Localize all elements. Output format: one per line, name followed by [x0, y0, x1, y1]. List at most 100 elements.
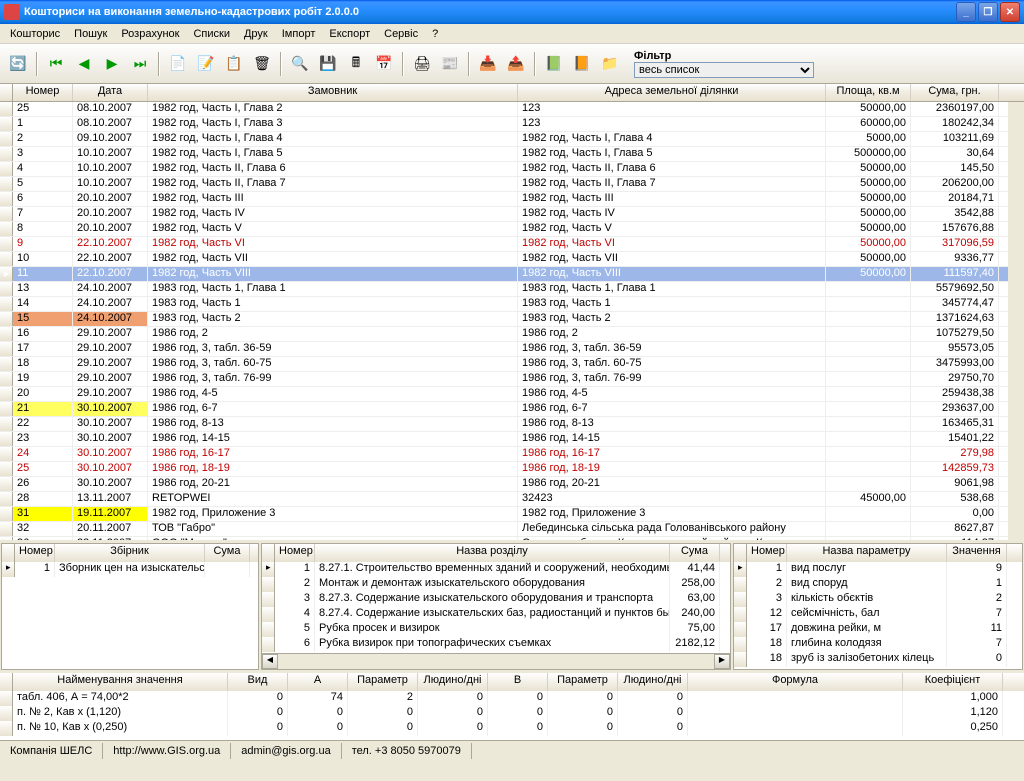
table-row[interactable]: 1022.10.20071982 год, Часть VII1982 год,…: [0, 252, 1024, 267]
book1-icon[interactable]: 📗: [542, 52, 566, 76]
panel-sections: Номер Назва розділу Сума ▸18.27.1. Строи…: [261, 543, 731, 670]
table-row[interactable]: 1729.10.20071986 год, 3, табл. 36-591986…: [0, 342, 1024, 357]
table-row[interactable]: 2330.10.20071986 год, 14-151986 год, 14-…: [0, 432, 1024, 447]
vertical-scrollbar[interactable]: [1008, 102, 1024, 540]
minimize-button[interactable]: _: [956, 2, 976, 22]
menu-Пошук[interactable]: Пошук: [68, 26, 113, 42]
export-icon[interactable]: 📤: [504, 52, 528, 76]
list-item[interactable]: 17довжина рейки, м11: [734, 622, 1022, 637]
table-row[interactable]: 2029.10.20071986 год, 4-51986 год, 4-525…: [0, 387, 1024, 402]
col-number[interactable]: Номер: [13, 84, 73, 101]
list-item[interactable]: 48.27.4. Содержание изыскательских баз, …: [262, 607, 730, 622]
import-icon[interactable]: 📥: [476, 52, 500, 76]
table-row[interactable]: ▸1122.10.20071982 год, Часть VIII1982 го…: [0, 267, 1024, 282]
list-item[interactable]: 12сейсмічність, бал7: [734, 607, 1022, 622]
menu-Імпорт[interactable]: Імпорт: [276, 26, 322, 42]
table-row[interactable]: 720.10.20071982 год, Часть IV1982 год, Ч…: [0, 207, 1024, 222]
list-item[interactable]: табл. 406, А = 74,00*2074200001,000: [0, 691, 1024, 706]
list-item[interactable]: 2вид споруд1: [734, 577, 1022, 592]
list-item[interactable]: ▸1Зборник цен на изыскательские: [2, 562, 258, 577]
table-row[interactable]: 1829.10.20071986 год, 3, табл. 60-751986…: [0, 357, 1024, 372]
calc-icon[interactable]: 🖩: [344, 52, 368, 76]
col-date[interactable]: Дата: [73, 84, 148, 101]
table-row[interactable]: 310.10.20071982 год, Часть I, Глава 5198…: [0, 147, 1024, 162]
print-icon[interactable]: 🖨: [410, 52, 434, 76]
first-icon[interactable]: ⏮: [44, 52, 68, 76]
refresh-icon[interactable]: 🔄: [6, 52, 30, 76]
save-icon[interactable]: 💾: [316, 52, 340, 76]
table-row[interactable]: 1324.10.20071983 год, Часть 1, Глава 119…: [0, 282, 1024, 297]
table-row[interactable]: 2530.10.20071986 год, 18-191986 год, 18-…: [0, 462, 1024, 477]
filter-select[interactable]: весь список: [634, 62, 814, 78]
list-item[interactable]: 38.27.3. Содержание изыскательского обор…: [262, 592, 730, 607]
app-icon: [4, 4, 20, 20]
menu-Сервіс[interactable]: Сервіс: [378, 26, 424, 42]
table-row[interactable]: 1424.10.20071983 год, Часть 11983 год, Ч…: [0, 297, 1024, 312]
col-sum[interactable]: Сума, грн.: [911, 84, 999, 101]
menu-Списки[interactable]: Списки: [187, 26, 236, 42]
calendar-icon[interactable]: 📅: [372, 52, 396, 76]
menu-bar: КошторисПошукРозрахунокСпискиДрукІмпортЕ…: [0, 24, 1024, 44]
filter-label: Фільтр: [634, 50, 814, 62]
menu-Друк[interactable]: Друк: [238, 26, 274, 42]
table-row[interactable]: 3623.11.2007ООО "Магнум"Одесская область…: [0, 537, 1024, 540]
preview-icon[interactable]: 📰: [438, 52, 462, 76]
grid-header: Номер Дата Замовник Адреса земельної діл…: [0, 84, 1024, 102]
book2-icon[interactable]: 📙: [570, 52, 594, 76]
menu-Розрахунок[interactable]: Розрахунок: [115, 26, 185, 42]
grid-body[interactable]: 2508.10.20071982 год, Часть I, Глава 212…: [0, 102, 1024, 540]
table-row[interactable]: 108.10.20071982 год, Часть I, Глава 3123…: [0, 117, 1024, 132]
next-icon[interactable]: ▶: [100, 52, 124, 76]
search-icon[interactable]: 🔍: [288, 52, 312, 76]
toolbar: 🔄 ⏮ ◀ ▶ ⏭ 📄 📝 📋 🗑 🔍 💾 🖩 📅 🖨 📰 📥 📤 📗 📙 📁 …: [0, 44, 1024, 84]
col-address[interactable]: Адреса земельної ділянки: [518, 84, 826, 101]
panel-scrollbar[interactable]: ◀▶: [262, 653, 730, 669]
list-item[interactable]: п. № 10, Кав x (0,250)00000000,250: [0, 721, 1024, 736]
list-item[interactable]: ▸1вид послуг9: [734, 562, 1022, 577]
maximize-button[interactable]: ❐: [978, 2, 998, 22]
table-row[interactable]: 3119.11.20071982 год, Приложение 31982 г…: [0, 507, 1024, 522]
panel-collections: Номер Збірник Сума ▸1Зборник цен на изыс…: [1, 543, 259, 670]
edit-icon[interactable]: 📝: [194, 52, 218, 76]
list-item[interactable]: 5Рубка просек и визирок75,00: [262, 622, 730, 637]
delete-icon[interactable]: 🗑: [250, 52, 274, 76]
menu-Кошторис[interactable]: Кошторис: [4, 26, 66, 42]
col-area[interactable]: Площа, кв.м: [826, 84, 911, 101]
list-item[interactable]: п. № 2, Кав x (1,120)00000001,120: [0, 706, 1024, 721]
table-row[interactable]: 510.10.20071982 год, Часть II, Глава 719…: [0, 177, 1024, 192]
table-row[interactable]: 922.10.20071982 год, Часть VI1982 год, Ч…: [0, 237, 1024, 252]
close-button[interactable]: ✕: [1000, 2, 1020, 22]
list-item[interactable]: 18зруб із залізобетоних кілець0: [734, 652, 1022, 667]
title-bar: Кошториси на виконання земельно-кадастро…: [0, 0, 1024, 24]
list-item[interactable]: 6Рубка визирок при топографических съемк…: [262, 637, 730, 652]
new-icon[interactable]: 📄: [166, 52, 190, 76]
col-customer[interactable]: Замовник: [148, 84, 518, 101]
list-item[interactable]: 3кількість обєктів2: [734, 592, 1022, 607]
table-row[interactable]: 3220.11.2007ТОВ "Габро"Лебединська сільс…: [0, 522, 1024, 537]
menu-?[interactable]: ?: [426, 26, 444, 42]
table-row[interactable]: 209.10.20071982 год, Часть I, Глава 4198…: [0, 132, 1024, 147]
copy-icon[interactable]: 📋: [222, 52, 246, 76]
last-icon[interactable]: ⏭: [128, 52, 152, 76]
table-row[interactable]: 820.10.20071982 год, Часть V1982 год, Ча…: [0, 222, 1024, 237]
main-grid: Номер Дата Замовник Адреса земельної діл…: [0, 84, 1024, 540]
status-bar: Компанія ШЕЛСhttp://www.GIS.org.uaadmin@…: [0, 740, 1024, 760]
table-row[interactable]: 2230.10.20071986 год, 8-131986 год, 8-13…: [0, 417, 1024, 432]
list-item[interactable]: ▸18.27.1. Строительство временных зданий…: [262, 562, 730, 577]
table-row[interactable]: 410.10.20071982 год, Часть II, Глава 619…: [0, 162, 1024, 177]
list-item[interactable]: 18глибина колодязя7: [734, 637, 1022, 652]
table-row[interactable]: 2630.10.20071986 год, 20-211986 год, 20-…: [0, 477, 1024, 492]
table-row[interactable]: 2813.11.2007RETOPWEI3242345000,00538,68: [0, 492, 1024, 507]
prev-icon[interactable]: ◀: [72, 52, 96, 76]
menu-Експорт[interactable]: Експорт: [323, 26, 376, 42]
list-item[interactable]: 2Монтаж и демонтаж изыскательского обору…: [262, 577, 730, 592]
table-row[interactable]: 2130.10.20071986 год, 6-71986 год, 6-729…: [0, 402, 1024, 417]
table-row[interactable]: 1524.10.20071983 год, Часть 21983 год, Ч…: [0, 312, 1024, 327]
table-row[interactable]: 1929.10.20071986 год, 3, табл. 76-991986…: [0, 372, 1024, 387]
folder-icon[interactable]: 📁: [598, 52, 622, 76]
table-row[interactable]: 2430.10.20071986 год, 16-171986 год, 16-…: [0, 447, 1024, 462]
status-cell: admin@gis.org.ua: [231, 743, 341, 759]
table-row[interactable]: 1629.10.20071986 год, 21986 год, 2107527…: [0, 327, 1024, 342]
table-row[interactable]: 620.10.20071982 год, Часть III1982 год, …: [0, 192, 1024, 207]
table-row[interactable]: 2508.10.20071982 год, Часть I, Глава 212…: [0, 102, 1024, 117]
